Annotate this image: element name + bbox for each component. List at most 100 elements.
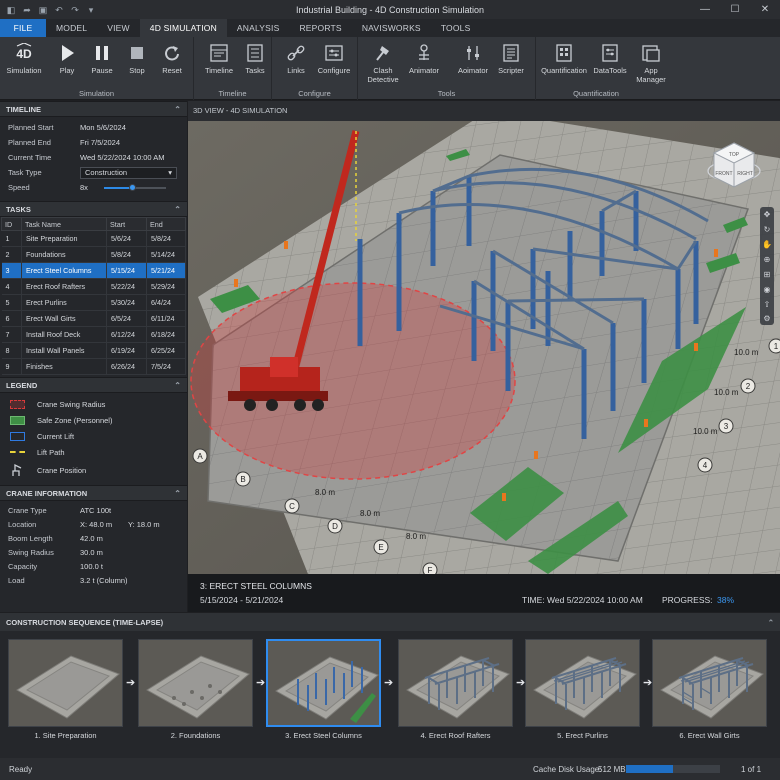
left-panel: TIMELINE ⌃ Planned Start Mon 5/6/2024 Plan… xyxy=(0,101,187,612)
menu-reports[interactable]: REPORTS xyxy=(289,19,351,37)
arrow-right-icon: ➔ xyxy=(384,677,394,689)
app-manager-label: App Manager xyxy=(636,66,666,84)
menu-4d-simulation[interactable]: 4D SIMULATION xyxy=(139,19,227,37)
play-icon xyxy=(62,45,74,61)
table-row[interactable]: 8 Install Wall Panels 6/19/24 6/25/24 xyxy=(1,342,186,359)
sequence-thumbnail[interactable] xyxy=(138,639,253,727)
menu-view[interactable]: VIEW xyxy=(97,19,140,37)
collapse-icon[interactable]: ⌃ xyxy=(768,618,774,627)
settings-icon[interactable]: ⚙ xyxy=(763,314,770,323)
reset-button[interactable]: Reset xyxy=(151,43,193,75)
menu-tools[interactable]: TOOLS xyxy=(431,19,481,37)
animator-label: Animator xyxy=(408,66,439,75)
speed-slider[interactable] xyxy=(103,182,166,194)
configure-button[interactable]: Configure xyxy=(313,43,355,75)
svg-text:10.0 m: 10.0 m xyxy=(714,388,739,397)
table-row[interactable]: 9 Finishes 6/26/24 7/5/24 xyxy=(1,358,186,375)
collapse-icon[interactable]: ⌃ xyxy=(174,205,181,214)
undo-icon[interactable]: ↶ xyxy=(54,5,64,15)
quantification-button[interactable]: Quantification xyxy=(540,43,588,75)
table-row[interactable]: 3 Erect Steel Columns 5/15/24 5/21/24 xyxy=(1,262,186,279)
open-icon[interactable]: ➦ xyxy=(22,5,32,15)
svg-text:8.0 m: 8.0 m xyxy=(360,509,380,518)
page-indicator: 1 of 1 xyxy=(741,764,762,774)
task-end: 6/11/24 xyxy=(146,310,186,327)
task-start: 5/15/24 xyxy=(106,262,147,279)
col-task-name[interactable]: Task Name xyxy=(21,217,107,231)
table-row[interactable]: 6 Erect Wall Girts 6/5/24 6/11/24 xyxy=(1,310,186,327)
scripter-button[interactable]: Scripter xyxy=(490,43,532,75)
tasks-button[interactable]: Tasks xyxy=(234,43,276,75)
ribbon-group-timeline: Timeline Tasks Timeline xyxy=(194,37,272,100)
ribbon-group-simulation: 4D Simulation Play Pause Stop Reset Simu… xyxy=(0,37,194,100)
chevron-down-icon: ▾ xyxy=(168,168,172,177)
sequence-thumbnail[interactable] xyxy=(652,639,767,727)
crane-info-section: Crane Type ATC 100t Location X: 48.0 m Y: 1… xyxy=(0,501,187,587)
task-type-select[interactable]: Construction ▾ xyxy=(80,166,177,179)
crane-info-header[interactable]: CRANE INFORMATION ⌃ xyxy=(0,485,187,501)
pan-icon[interactable]: ✥ xyxy=(764,210,771,219)
sequence-thumbnail[interactable] xyxy=(266,639,381,727)
clash-detective-button[interactable]: Clash Detective xyxy=(362,43,404,84)
play-label: Play xyxy=(59,66,75,75)
dropdown-icon[interactable]: ▾ xyxy=(86,5,96,15)
redo-icon[interactable]: ↷ xyxy=(70,5,80,15)
viewcube-top[interactable]: TOP xyxy=(729,152,740,158)
legend-header[interactable]: LEGEND ⌃ xyxy=(0,377,187,393)
sequence-thumbnail[interactable] xyxy=(525,639,640,727)
animator-icon xyxy=(419,44,429,60)
aoimator-button[interactable]: Aoimator xyxy=(452,43,494,75)
col-end[interactable]: End xyxy=(146,217,186,231)
ribbon-group-label: Configure xyxy=(298,89,331,98)
orbit-icon[interactable]: ↻ xyxy=(764,225,771,234)
timeline-header-label: TIMELINE xyxy=(6,104,41,114)
table-row[interactable]: 2 Foundations 5/8/24 5/14/24 xyxy=(1,246,186,263)
zoom-icon[interactable]: ⊕ xyxy=(764,255,771,264)
sequence-thumbnail[interactable] xyxy=(398,639,513,727)
load-label: Load xyxy=(8,575,25,585)
3d-viewport[interactable]: 3D VIEW - 4D SIMULATION A B C D E F 1 2 … xyxy=(188,101,780,612)
maximize-button[interactable]: ☐ xyxy=(720,0,750,19)
sequence-header[interactable]: CONSTRUCTION SEQUENCE (TIME-LAPSE) ⌃ xyxy=(0,613,780,631)
app-manager-button[interactable]: App Manager xyxy=(631,43,671,84)
col-start[interactable]: Start xyxy=(106,217,147,231)
minimize-button[interactable]: — xyxy=(690,0,720,19)
datatools-button[interactable]: DataTools xyxy=(589,43,631,75)
timeline-header[interactable]: TIMELINE ⌃ xyxy=(0,101,187,117)
hand-icon[interactable]: ✋ xyxy=(762,239,772,249)
table-row[interactable]: 7 Install Roof Deck 6/12/24 6/18/24 xyxy=(1,326,186,343)
links-button[interactable]: Links xyxy=(275,43,317,75)
collapse-icon[interactable]: ⌃ xyxy=(174,381,181,390)
table-row[interactable]: 1 Site Preparation 5/6/24 5/8/24 xyxy=(1,230,186,247)
capacity-label: Capacity xyxy=(8,561,38,571)
sequence-thumbnail[interactable] xyxy=(8,639,123,727)
3d-scene[interactable]: A B C D E F 1 2 3 4 10.0 m 10.0 m 10.0 m 8.0 m 8.0 … xyxy=(188,121,780,574)
svg-text:4: 4 xyxy=(703,461,708,470)
pause-label: Pause xyxy=(91,66,113,75)
table-row[interactable]: 5 Erect Purlins 5/30/24 6/4/24 xyxy=(1,294,186,311)
current-time-label: Current Time xyxy=(8,153,52,162)
viewcube-front[interactable]: FRONT xyxy=(715,171,732,177)
look-icon[interactable]: ◉ xyxy=(764,285,771,294)
collapse-icon[interactable]: ⌃ xyxy=(174,105,181,114)
save-icon[interactable]: ▣ xyxy=(38,5,48,15)
menu-navisworks[interactable]: NAVISWORKS xyxy=(352,19,431,37)
slider-thumb[interactable] xyxy=(128,183,136,191)
animator-button[interactable]: Animator xyxy=(403,43,445,75)
table-row[interactable]: 4 Erect Roof Rafters 5/22/24 5/29/24 xyxy=(1,278,186,295)
collapse-icon[interactable]: ⌃ xyxy=(174,489,181,498)
zoom-window-icon[interactable]: ⊞ xyxy=(764,270,771,279)
tasks-header[interactable]: TASKS ⌃ xyxy=(0,201,187,217)
viewcube-right[interactable]: RIGHT xyxy=(737,171,753,177)
menu-file[interactable]: FILE xyxy=(0,19,46,37)
close-button[interactable]: ✕ xyxy=(750,0,780,19)
simulation-button[interactable]: 4D Simulation xyxy=(3,43,45,75)
thumbnail-image xyxy=(9,640,122,726)
menu-analysis[interactable]: ANALYSIS xyxy=(227,19,290,37)
task-end: 5/21/24 xyxy=(146,262,186,279)
menu-model[interactable]: MODEL xyxy=(46,19,97,37)
scripter-label: Scripter xyxy=(498,66,524,75)
col-id[interactable]: ID xyxy=(1,217,22,231)
capacity-value: 100.0 t xyxy=(80,561,103,571)
walk-icon[interactable]: ⇧ xyxy=(764,300,771,309)
